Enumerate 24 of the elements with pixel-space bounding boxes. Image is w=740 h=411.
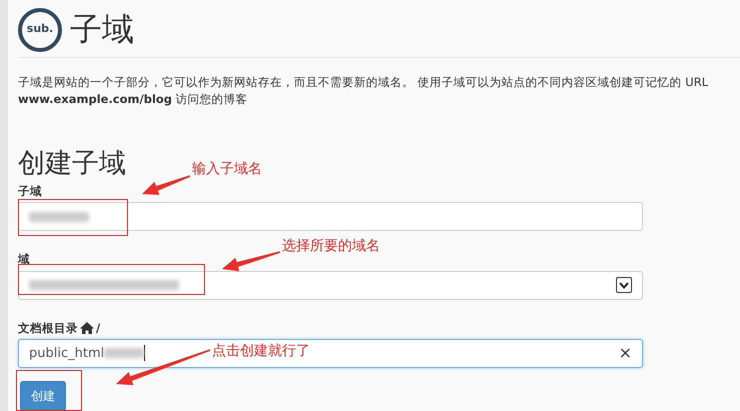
- field-label: 文档根目录: [18, 320, 78, 336]
- arrow: [142, 175, 190, 195]
- description-text: 子域是网站的一个子部分，它可以作为新网站存在，而且不需要新的域名。 使用子域可以为站点的不同内容区域创建可记忆的 URL: [18, 74, 710, 91]
- input-field[interactable]: [18, 202, 643, 232]
- page-title: 子域: [70, 12, 134, 44]
- highlight-frame: [16, 370, 82, 411]
- create-button[interactable]: 创建: [20, 380, 66, 411]
- field-label: 域: [18, 251, 30, 268]
- annotation-text: 点击创建就行了: [212, 344, 310, 358]
- redacted-value: [29, 212, 89, 222]
- subdomain-logo: sub.: [18, 8, 62, 52]
- annotation-text: 选择所要的域名: [282, 239, 380, 253]
- domain-select[interactable]: [18, 270, 643, 300]
- section-title: 创建子域: [18, 150, 126, 177]
- annotation-text: 输入子域名: [192, 162, 262, 176]
- text-cursor: [144, 345, 146, 362]
- arrow: [222, 251, 280, 272]
- path-separator: /: [96, 320, 100, 336]
- home-icon: [80, 322, 94, 334]
- clear-button[interactable]: ×: [618, 345, 632, 362]
- field-value: public_html: [29, 344, 104, 362]
- description-text: www.example.com/blog 访问您的博客: [18, 91, 249, 108]
- field-label: 子域: [18, 183, 42, 200]
- redacted-value: [104, 348, 144, 358]
